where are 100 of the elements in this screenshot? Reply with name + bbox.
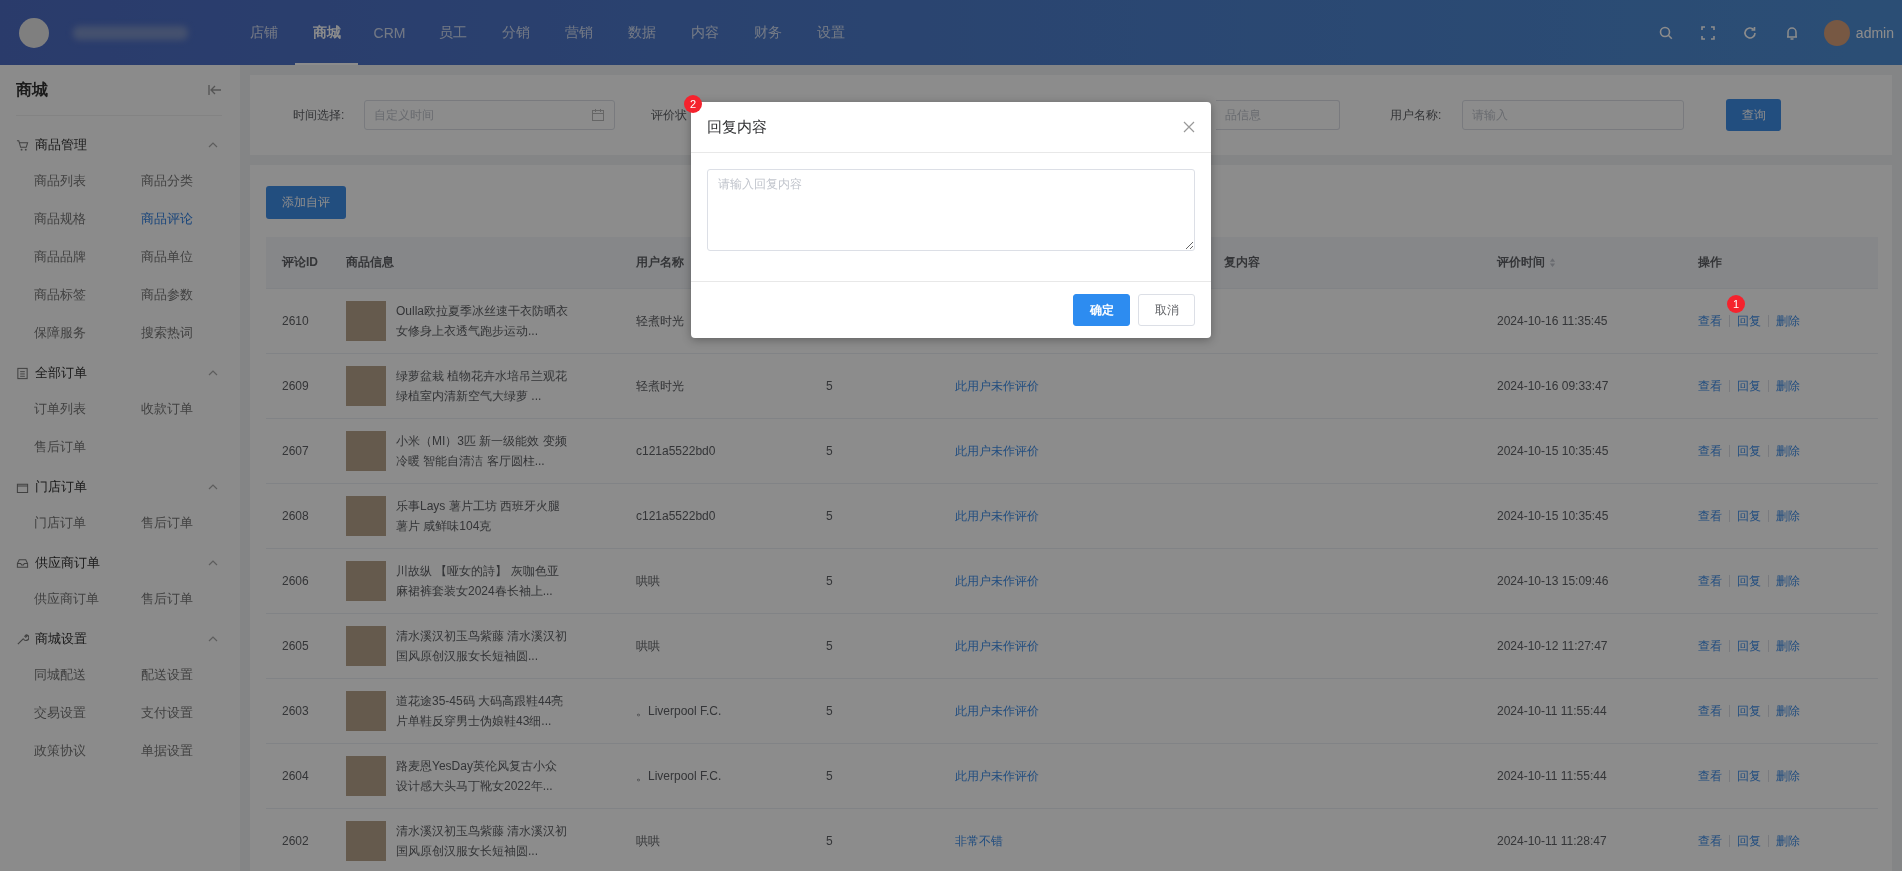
action-link[interactable]: 删除 [1776, 703, 1800, 718]
photo-placeholder [346, 496, 386, 536]
action-link[interactable]: 删除 [1776, 638, 1800, 653]
wrench-icon [16, 632, 29, 646]
product-name: 绿萝盆栽 植物花卉水培吊兰观花绿植室内清新空气大绿萝 ... [396, 368, 568, 405]
filter-label: 时间选择: [293, 106, 346, 124]
review-text: 非常不错 [954, 832, 1004, 850]
action-link[interactable]: 回复 [1737, 313, 1761, 328]
nav-tab[interactable]: 员工 [421, 0, 484, 65]
sidebar-item[interactable]: 商品参数 [141, 276, 241, 314]
menu-group-header[interactable]: 商城设置 [16, 622, 222, 656]
action-link[interactable]: 删除 [1776, 378, 1800, 393]
action-link[interactable]: 查看 [1698, 378, 1722, 393]
sidebar-item[interactable]: 支付设置 [141, 694, 241, 732]
sidebar-item[interactable]: 商品单位 [141, 238, 241, 276]
action-link[interactable]: 查看 [1698, 443, 1722, 458]
action-link[interactable]: 删除 [1776, 313, 1800, 328]
action-link[interactable]: 回复 [1737, 768, 1761, 783]
sidebar-item[interactable]: 同城配送 [34, 656, 141, 694]
cart-icon [16, 138, 29, 152]
chevron-up-icon [208, 560, 218, 566]
chevron-up-icon [208, 636, 218, 642]
photo-placeholder [346, 561, 386, 601]
nav-tab[interactable]: CRM [358, 0, 421, 65]
action-link[interactable]: 回复 [1737, 638, 1761, 653]
menu-group-header[interactable]: 商品管理 [16, 128, 222, 162]
table-cell-text: 2024-10-12 11:27:47 [1496, 639, 1609, 653]
filter-label: 用户名称: [1390, 106, 1443, 124]
sidebar-item[interactable]: 商品品牌 [34, 238, 141, 276]
sort-icon[interactable] [1549, 257, 1556, 268]
nav-tab[interactable]: 分销 [484, 0, 547, 65]
action-link[interactable]: 删除 [1776, 508, 1800, 523]
sidebar-item[interactable]: 商品评论 [141, 200, 241, 238]
action-link[interactable]: 查看 [1698, 573, 1722, 588]
action-link[interactable]: 查看 [1698, 703, 1722, 718]
sidebar-item[interactable]: 售后订单 [141, 504, 241, 542]
table-cell-text: 2605 [281, 639, 310, 653]
search-icon[interactable] [1657, 24, 1674, 41]
sidebar-item[interactable]: 售后订单 [34, 428, 141, 466]
sidebar-item[interactable]: 政策协议 [34, 732, 141, 770]
action-link[interactable]: 删除 [1776, 768, 1800, 783]
table-cell-text: 5 [825, 444, 834, 458]
sidebar-item[interactable]: 订单列表 [34, 390, 141, 428]
cancel-button[interactable]: 取消 [1138, 294, 1195, 326]
nav-tab[interactable]: 设置 [799, 0, 862, 65]
action-link[interactable]: 回复 [1737, 508, 1761, 523]
sidebar-item[interactable]: 保障服务 [34, 314, 141, 352]
action-link[interactable]: 回复 [1737, 703, 1761, 718]
close-icon[interactable] [1183, 121, 1195, 133]
refresh-icon[interactable] [1741, 24, 1758, 41]
action-link[interactable]: 回复 [1737, 833, 1761, 848]
nav-tab[interactable]: 店铺 [232, 0, 295, 65]
sidebar-item[interactable]: 收款订单 [141, 390, 241, 428]
action-link[interactable]: 查看 [1698, 638, 1722, 653]
photo-placeholder [346, 691, 386, 731]
menu-group-header[interactable]: 供应商订单 [16, 546, 222, 580]
sidebar-item[interactable]: 单据设置 [141, 732, 241, 770]
confirm-button[interactable]: 确定 [1073, 294, 1130, 326]
query-button[interactable]: 查询 [1726, 99, 1781, 131]
sidebar-item[interactable]: 售后订单 [141, 580, 241, 618]
collapse-icon[interactable] [208, 84, 222, 96]
action-link[interactable]: 查看 [1698, 768, 1722, 783]
add-review-button[interactable]: 添加自评 [266, 186, 346, 219]
sidebar-item[interactable]: 交易设置 [34, 694, 141, 732]
reply-input-field[interactable]: 请输入回复内容 [707, 169, 1195, 251]
action-link[interactable]: 删除 [1776, 833, 1800, 848]
photo-placeholder [346, 431, 386, 471]
user-name[interactable]: admin [1855, 24, 1894, 41]
product-name: 路麦恩YesDay英伦风复古小众设计感大头马丁靴女2022年... [396, 758, 558, 795]
sidebar-item[interactable]: 商品分类 [141, 162, 241, 200]
nav-tab[interactable]: 内容 [673, 0, 736, 65]
nav-tab[interactable]: 财务 [736, 0, 799, 65]
action-link[interactable]: 回复 [1737, 573, 1761, 588]
fullscreen-icon[interactable] [1699, 24, 1716, 41]
sidebar-item[interactable]: 搜索热词 [141, 314, 241, 352]
action-link[interactable]: 回复 [1737, 443, 1761, 458]
product-name: 清水溪汉初玉鸟紫藤 清水溪汉初国风原创汉服女长短袖圆... [396, 823, 568, 860]
action-link[interactable]: 查看 [1698, 833, 1722, 848]
action-link[interactable]: 查看 [1698, 508, 1722, 523]
product-name: 小米（MI）3匹 新一级能效 变频冷暖 智能自清洁 客厅圆柱... [396, 433, 568, 470]
sidebar-item[interactable]: 配送设置 [141, 656, 241, 694]
photo-placeholder [346, 366, 386, 406]
sidebar-item[interactable]: 商品标签 [34, 276, 141, 314]
nav-tab[interactable]: 数据 [610, 0, 673, 65]
menu-group-header[interactable]: 全部订单 [16, 356, 222, 390]
sidebar-item[interactable]: 商品规格 [34, 200, 141, 238]
action-link[interactable]: 删除 [1776, 573, 1800, 588]
column-header[interactable]: 评价时间 [1497, 254, 1545, 271]
avatar-icon[interactable] [1823, 19, 1850, 46]
table-cell-text: 2607 [281, 444, 310, 458]
action-link[interactable]: 查看 [1698, 313, 1722, 328]
action-link[interactable]: 回复 [1737, 378, 1761, 393]
menu-group-header[interactable]: 门店订单 [16, 470, 222, 504]
table-cell-text: 哄哄 [635, 637, 661, 655]
action-link[interactable]: 删除 [1776, 443, 1800, 458]
nav-tab[interactable]: 营销 [547, 0, 610, 65]
sidebar-item[interactable]: 供应商订单 [34, 580, 141, 618]
sidebar-item[interactable]: 商品列表 [34, 162, 141, 200]
table-cell-text: 2606 [281, 574, 310, 588]
sidebar-item[interactable]: 门店订单 [34, 504, 141, 542]
